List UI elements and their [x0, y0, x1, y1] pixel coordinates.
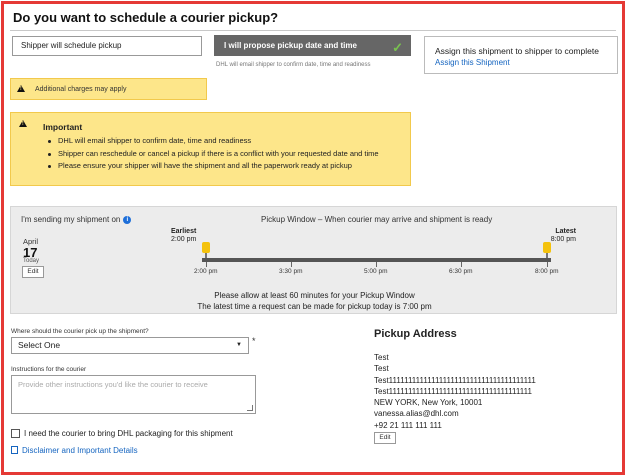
- packaging-checkbox[interactable]: [11, 429, 20, 438]
- earliest-slider-handle[interactable]: [202, 242, 210, 258]
- pickup-location-select[interactable]: Select One ▼: [11, 337, 249, 354]
- pickup-note-1: Please allow at least 60 minutes for you…: [214, 291, 415, 300]
- slider-tick: [547, 262, 548, 267]
- latest-time: 8:00 pm: [550, 236, 576, 243]
- warning-icon: !: [19, 120, 27, 127]
- propose-pickup-option[interactable]: I will propose pickup date and time ✓: [214, 35, 411, 56]
- important-list: DHL will email shipper to confirm date, …: [48, 135, 379, 173]
- earliest-heading: Earliest: [171, 228, 197, 235]
- pickup-window-title: Pickup Window – When courier may arrive …: [261, 215, 493, 224]
- propose-note: DHL will email shipper to confirm date, …: [216, 62, 371, 68]
- instructions-textarea[interactable]: Provide other instructions you'd like th…: [11, 375, 256, 414]
- address-line: Test111111111111111111111111111111111111…: [374, 386, 532, 396]
- disclaimer-link[interactable]: Disclaimer and Important Details: [11, 446, 138, 455]
- assign-title: Assign this shipment to shipper to compl…: [435, 46, 599, 56]
- earliest-time: 2:00 pm: [171, 236, 197, 243]
- latest-label: Latest 8:00 pm: [549, 228, 576, 244]
- tick-label: 6:30 pm: [449, 268, 473, 275]
- assign-shipment-link[interactable]: Assign this Shipment: [435, 58, 510, 67]
- sending-label-text: I'm sending my shipment on: [21, 215, 121, 224]
- slider-tick: [376, 262, 377, 267]
- list-item: Shipper can reschedule or cancel a picku…: [48, 148, 379, 161]
- charges-warning: ! Additional charges may apply: [10, 78, 207, 100]
- divider: [10, 30, 616, 31]
- packaging-checkbox-label[interactable]: I need the courier to bring DHL packagin…: [24, 429, 233, 438]
- shipper-schedule-option[interactable]: Shipper will schedule pickup: [12, 36, 202, 56]
- page-title: Do you want to schedule a courier pickup…: [13, 10, 279, 25]
- instructions-label: Instructions for the courier: [11, 366, 87, 373]
- warning-icon: !: [17, 85, 25, 92]
- disclaimer-text: Disclaimer and Important Details: [22, 446, 138, 455]
- slider-tick: [461, 262, 462, 267]
- caret-down-icon: ▼: [236, 342, 242, 348]
- info-icon[interactable]: i: [123, 215, 132, 224]
- propose-pickup-label: I will propose pickup date and time: [224, 41, 357, 50]
- instructions-placeholder: Provide other instructions you'd like th…: [18, 380, 208, 389]
- pickup-address: Test Test Test11111111111111111111111111…: [374, 352, 536, 431]
- address-line: Test111111111111111111111111111111111111…: [374, 375, 536, 385]
- slider-tick: [291, 262, 292, 267]
- address-line: vanessa.alias@dhl.com: [374, 409, 459, 419]
- date-today: Today: [23, 258, 40, 264]
- required-asterisk: *: [252, 336, 256, 346]
- checkmark-icon: ✓: [392, 40, 403, 55]
- tick-label: 5:00 pm: [364, 268, 388, 275]
- tick-label: 3:30 pm: [279, 268, 303, 275]
- tick-label: 2:00 pm: [194, 268, 218, 275]
- pickup-location-label: Where should the courier pick up the shi…: [11, 328, 149, 335]
- charges-warning-text: Additional charges may apply: [35, 86, 127, 93]
- latest-heading: Latest: [555, 228, 576, 235]
- earliest-label: Earliest 2:00 pm: [171, 228, 196, 244]
- important-notice: ! Important DHL will email shipper to co…: [10, 112, 411, 186]
- assign-panel: Assign this shipment to shipper to compl…: [424, 36, 618, 74]
- latest-slider-handle[interactable]: [543, 242, 551, 258]
- address-line: +92 21 111 111 111: [374, 420, 442, 430]
- list-item: DHL will email shipper to confirm date, …: [48, 135, 379, 148]
- pickup-address-title: Pickup Address: [374, 328, 457, 340]
- edit-address-button[interactable]: Edit: [374, 432, 396, 444]
- address-line: NEW YORK, New York, 10001: [374, 398, 483, 408]
- pickup-location-value: Select One: [18, 340, 61, 350]
- slider-tick: [206, 262, 207, 267]
- pickup-note-2: The latest time a request can be made fo…: [197, 302, 432, 311]
- resize-grip-icon[interactable]: [247, 405, 253, 411]
- document-icon: [11, 446, 18, 454]
- address-line: Test: [374, 353, 389, 362]
- pickup-window-panel: I'm sending my shipment on i Pickup Windo…: [10, 206, 617, 314]
- important-heading: Important: [43, 122, 83, 132]
- list-item: Please ensure your shipper will have the…: [48, 160, 379, 173]
- address-line: Test: [374, 364, 389, 374]
- edit-date-button[interactable]: Edit: [22, 266, 44, 278]
- pickup-window-notes: Please allow at least 60 minutes for you…: [11, 290, 618, 312]
- sending-label: I'm sending my shipment on i: [21, 215, 132, 224]
- tick-label: 8:00 pm: [535, 268, 559, 275]
